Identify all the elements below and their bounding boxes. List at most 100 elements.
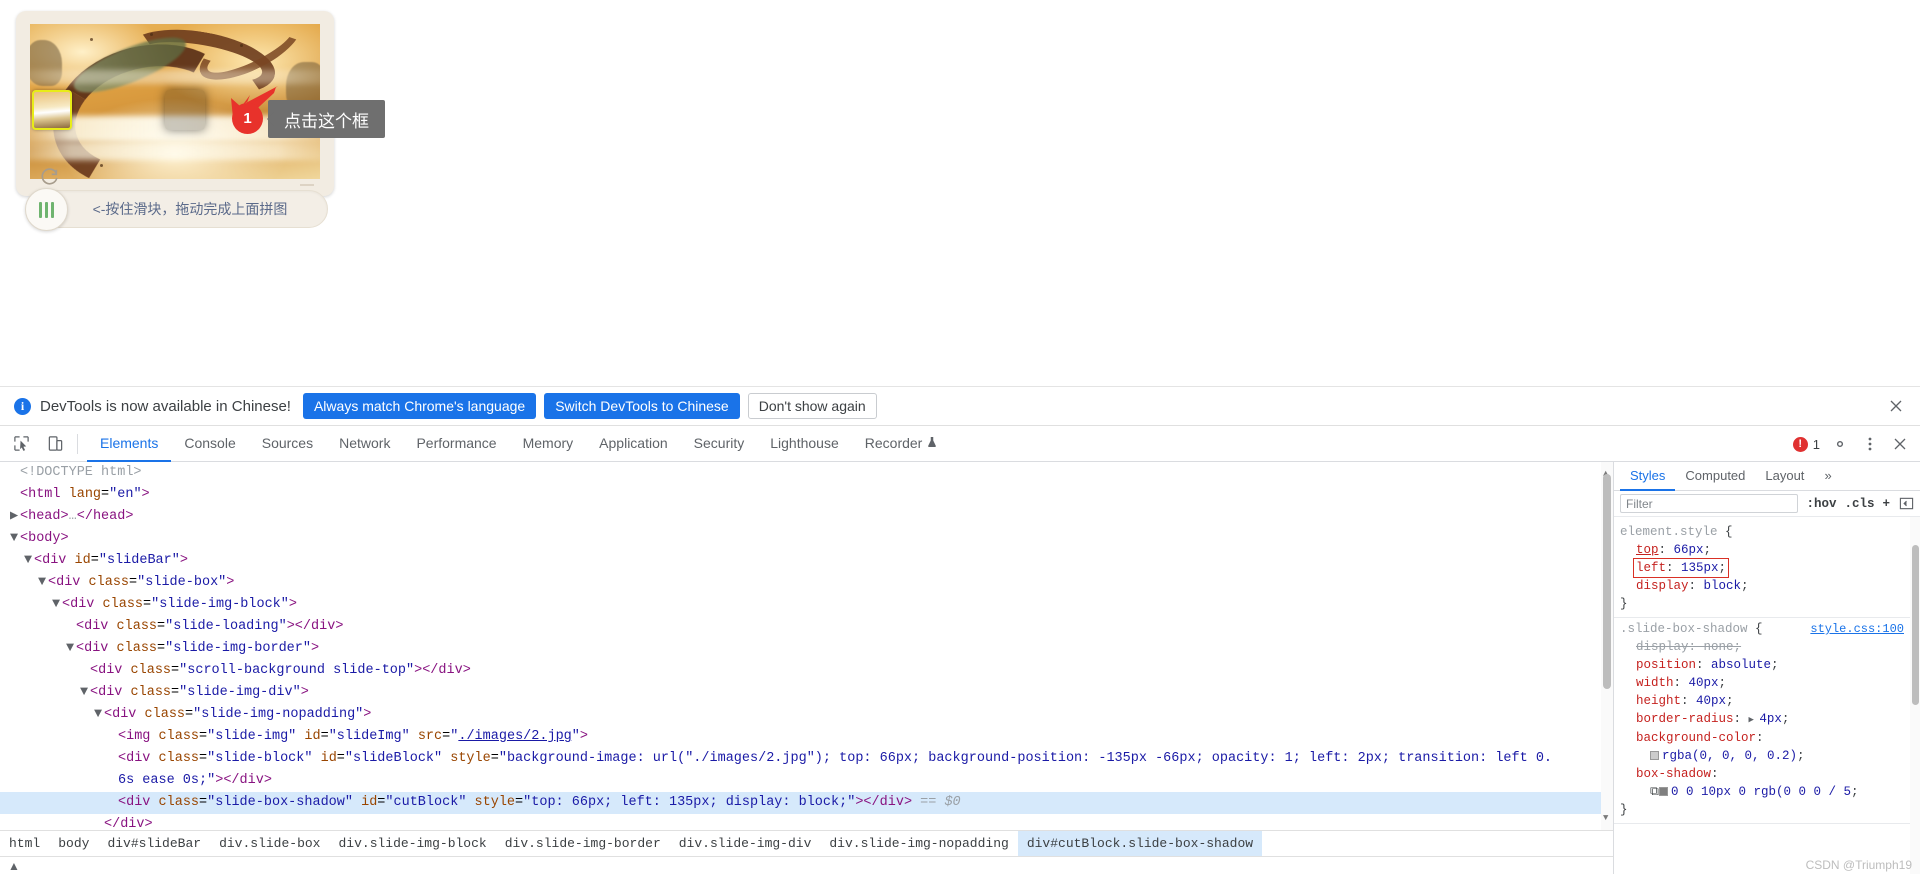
highlighted-declaration[interactable]: left: 135px; xyxy=(1634,559,1728,577)
css-declaration[interactable]: display: block; xyxy=(1620,577,1904,595)
breadcrumb-item[interactable]: body xyxy=(49,831,98,857)
color-swatch[interactable] xyxy=(1650,751,1659,760)
tab-lighthouse[interactable]: Lighthouse xyxy=(757,426,852,462)
console-drawer-strip[interactable]: ▲ xyxy=(0,856,1613,874)
dom-node[interactable]: 6s ease 0s;"></div> xyxy=(0,770,1613,792)
dom-node[interactable]: <html lang="en"> xyxy=(0,484,1613,506)
styles-filter-input[interactable]: Filter xyxy=(1620,494,1798,513)
drawer-expand-icon[interactable]: ▲ xyxy=(8,859,20,873)
breadcrumb-item[interactable]: div.slide-img-nopadding xyxy=(820,831,1017,857)
close-devtools-icon[interactable] xyxy=(1890,434,1910,454)
scrollbar-thumb[interactable] xyxy=(1912,545,1919,705)
elements-dom-tree[interactable]: <!DOCTYPE html><html lang="en">▶<head>…<… xyxy=(0,462,1613,830)
captcha-slider-track[interactable]: <-按住滑块，拖动完成上面拼图 xyxy=(26,190,328,228)
inspect-element-icon[interactable] xyxy=(8,431,34,457)
dom-node[interactable]: <!DOCTYPE html> xyxy=(0,462,1613,484)
style-rule[interactable]: element.style {top: 66px;left: 135px;dis… xyxy=(1614,521,1910,618)
switch-devtools-to-chinese-button[interactable]: Switch DevTools to Chinese xyxy=(544,393,740,419)
tab-memory[interactable]: Memory xyxy=(510,426,587,462)
breadcrumb-item[interactable]: div#slideBar xyxy=(98,831,210,857)
css-declaration[interactable]: height: 40px; xyxy=(1620,692,1904,710)
style-rule-close-brace: } xyxy=(1620,595,1904,613)
captcha-slider-handle[interactable] xyxy=(25,188,68,231)
style-rule-close-brace: } xyxy=(1620,801,1904,819)
dom-tree-scrollbar[interactable]: ▲ ▼ xyxy=(1601,462,1613,830)
style-rule-selector: .slide-box-shadowstyle.css:100 { xyxy=(1620,620,1904,638)
styles-toolbar: Filter :hov .cls + xyxy=(1614,491,1920,517)
styles-scrollbar[interactable] xyxy=(1910,517,1920,874)
scrollbar-thumb[interactable] xyxy=(1603,474,1611,689)
hint-step-badge: 1 xyxy=(232,103,263,134)
dom-node[interactable]: <div class="slide-loading"></div> xyxy=(0,616,1613,638)
hov-toggle[interactable]: :hov xyxy=(1806,497,1836,511)
tab-console[interactable]: Console xyxy=(171,426,248,462)
dom-node[interactable]: ▼<div id="slideBar"> xyxy=(0,550,1613,572)
dom-node[interactable]: ▼<div class="slide-img-div"> xyxy=(0,682,1613,704)
tab-application[interactable]: Application xyxy=(586,426,681,462)
tab-label: Network xyxy=(339,435,390,451)
breadcrumb-item[interactable]: div.slide-img-div xyxy=(670,831,821,857)
css-declaration[interactable]: box-shadow: ⧉0 0 10px 0 rgb(0 0 0 / 5; xyxy=(1620,765,1904,801)
breadcrumb-item[interactable]: html xyxy=(0,831,49,857)
captcha-puzzle-piece[interactable] xyxy=(32,90,72,130)
tab-elements[interactable]: Elements xyxy=(87,426,171,462)
captcha-puzzle-target-slot[interactable] xyxy=(165,90,205,130)
infobar-message: DevTools is now available in Chinese! xyxy=(40,398,291,415)
css-declaration[interactable]: left: 135px; xyxy=(1620,559,1904,577)
dom-node[interactable]: ▼<div class="slide-img-border"> xyxy=(0,638,1613,660)
dont-show-again-button[interactable]: Don't show again xyxy=(748,393,877,419)
tab-security[interactable]: Security xyxy=(681,426,758,462)
style-rule[interactable]: .slide-box-shadowstyle.css:100 {display:… xyxy=(1614,618,1910,824)
css-declaration[interactable]: width: 40px; xyxy=(1620,674,1904,692)
dom-node[interactable]: <div class="scroll-background slide-top"… xyxy=(0,660,1613,682)
css-declaration[interactable]: background-color: rgba(0, 0, 0, 0.2); xyxy=(1620,729,1904,765)
devtools-language-infobar: i DevTools is now available in Chinese! … xyxy=(0,387,1920,426)
tab-label: Security xyxy=(694,435,745,451)
tab-recorder[interactable]: Recorder xyxy=(852,426,951,462)
scroll-down-icon[interactable]: ▼ xyxy=(1603,807,1608,829)
css-declaration[interactable]: top: 66px; xyxy=(1620,541,1904,559)
styles-rules-list[interactable]: element.style {top: 66px;left: 135px;dis… xyxy=(1614,517,1910,874)
always-match-language-button[interactable]: Always match Chrome's language xyxy=(303,393,536,419)
device-toolbar-icon[interactable] xyxy=(42,431,68,457)
captcha-slider-tip: <-按住滑块，拖动完成上面拼图 xyxy=(27,191,327,227)
kebab-menu-icon[interactable] xyxy=(1860,434,1880,454)
dom-node[interactable]: ▼<div class="slide-box"> xyxy=(0,572,1613,594)
css-declaration[interactable]: border-radius: ▶ 4px; xyxy=(1620,710,1904,729)
error-count-badge[interactable]: ! 1 xyxy=(1793,437,1820,452)
dom-node[interactable]: ▼<body> xyxy=(0,528,1613,550)
breadcrumb-item[interactable]: div.slide-img-border xyxy=(496,831,670,857)
toggle-sidebar-icon[interactable] xyxy=(1898,496,1914,512)
breadcrumb-item[interactable]: div.slide-img-block xyxy=(329,831,495,857)
close-icon[interactable] xyxy=(1888,398,1904,414)
cls-toggle[interactable]: .cls xyxy=(1844,497,1874,511)
dom-node[interactable]: <div class="slide-block" id="slideBlock"… xyxy=(0,748,1613,770)
tab-performance[interactable]: Performance xyxy=(403,426,509,462)
dom-node[interactable]: </div> xyxy=(0,814,1613,830)
style-source-link[interactable]: style.css:100 xyxy=(1810,620,1904,638)
dom-node[interactable]: ▶<head>…</head> xyxy=(0,506,1613,528)
color-swatch[interactable] xyxy=(1659,787,1668,796)
dom-node[interactable]: <img class="slide-img" id="slideImg" src… xyxy=(0,726,1613,748)
tab-label: Elements xyxy=(100,435,158,451)
dom-node-selected[interactable]: ···<div class="slide-box-shadow" id="cut… xyxy=(0,792,1613,814)
breadcrumb-item[interactable]: div.slide-box xyxy=(210,831,329,857)
tab-network[interactable]: Network xyxy=(326,426,403,462)
css-declaration[interactable]: display: none; xyxy=(1620,638,1904,656)
tab-label: » xyxy=(1824,468,1831,483)
refresh-icon[interactable] xyxy=(38,167,60,189)
css-declaration[interactable]: position: absolute; xyxy=(1620,656,1904,674)
tab-computed[interactable]: Computed xyxy=(1675,462,1755,491)
tab-layout[interactable]: Layout xyxy=(1755,462,1814,491)
new-style-rule-button[interactable]: + xyxy=(1882,497,1890,511)
tab-styles[interactable]: Styles xyxy=(1620,462,1675,491)
dom-node[interactable]: ▼<div class="slide-img-nopadding"> xyxy=(0,704,1613,726)
shadow-editor-icon[interactable]: ⧉ xyxy=(1650,785,1659,799)
breadcrumb-item[interactable]: div#cutBlock.slide-box-shadow xyxy=(1018,831,1262,857)
tab-label: Recorder xyxy=(865,435,923,451)
gear-icon[interactable] xyxy=(1830,434,1850,454)
dom-node[interactable]: ▼<div class="slide-img-block"> xyxy=(0,594,1613,616)
tab-more-chevron[interactable]: » xyxy=(1814,462,1841,491)
tab-sources[interactable]: Sources xyxy=(249,426,326,462)
hint-tooltip: 点击这个框 xyxy=(268,100,385,138)
